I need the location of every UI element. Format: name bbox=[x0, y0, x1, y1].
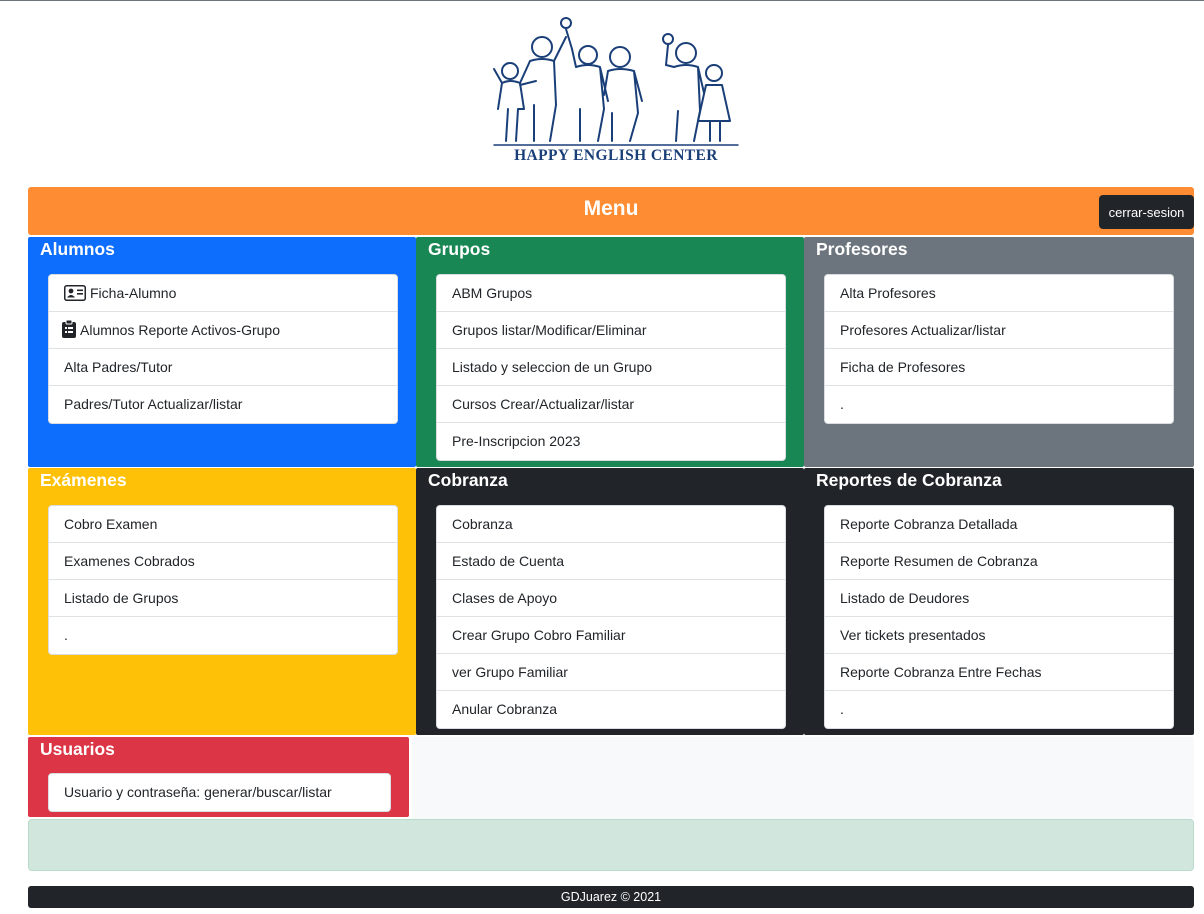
menu-item-clases-apoyo[interactable]: Clases de Apoyo bbox=[437, 580, 785, 617]
menu-item-cursos[interactable]: Cursos Crear/Actualizar/listar bbox=[437, 386, 785, 423]
menu-item-crear-grupo-familiar[interactable]: Crear Grupo Cobro Familiar bbox=[437, 617, 785, 654]
panel-title-reportes: Reportes de Cobranza bbox=[816, 470, 1002, 490]
clipboard-list-icon bbox=[62, 315, 76, 352]
panel-title-alumnos: Alumnos bbox=[40, 239, 115, 259]
profesores-list: Alta Profesores Profesores Actualizar/li… bbox=[824, 274, 1174, 424]
examenes-list: Cobro Examen Examenes Cobrados Listado d… bbox=[48, 505, 398, 655]
message-area bbox=[28, 819, 1194, 871]
menu-item-alta-profesores[interactable]: Alta Profesores bbox=[825, 275, 1173, 312]
menu-item-reporte-detallada[interactable]: Reporte Cobranza Detallada bbox=[825, 506, 1173, 543]
menu-item-ficha-alumno[interactable]: Ficha-Alumno bbox=[49, 275, 397, 312]
menu-item-anular-cobranza[interactable]: Anular Cobranza bbox=[437, 691, 785, 728]
panel-reportes-cobranza: Reportes de Cobranza Reporte Cobranza De… bbox=[804, 468, 1194, 735]
logo: HAPPY ENGLISH CENTER bbox=[490, 9, 742, 165]
brand-name: HAPPY ENGLISH CENTER bbox=[514, 147, 718, 164]
empty-grid-area bbox=[412, 737, 1194, 819]
panel-examenes: Exámenes Cobro Examen Examenes Cobrados … bbox=[28, 468, 416, 735]
menu-item-pre-inscripcion[interactable]: Pre-Inscripcion 2023 bbox=[437, 423, 785, 460]
panel-cobranza: Cobranza Cobranza Estado de Cuenta Clase… bbox=[416, 468, 804, 735]
menu-item-alumnos-reporte[interactable]: Alumnos Reporte Activos-Grupo bbox=[49, 312, 397, 349]
panel-usuarios: Usuarios Usuario y contraseña: generar/b… bbox=[28, 737, 409, 817]
menu-item-abm-grupos[interactable]: ABM Grupos bbox=[437, 275, 785, 312]
menu-item-profesores-actualizar[interactable]: Profesores Actualizar/listar bbox=[825, 312, 1173, 349]
panel-profesores: Profesores Alta Profesores Profesores Ac… bbox=[804, 237, 1194, 467]
id-card-icon bbox=[64, 278, 86, 315]
menu-item-estado-cuenta[interactable]: Estado de Cuenta bbox=[437, 543, 785, 580]
menu-item-listado-deudores[interactable]: Listado de Deudores bbox=[825, 580, 1173, 617]
panel-title-profesores: Profesores bbox=[816, 239, 908, 259]
panel-title-grupos: Grupos bbox=[428, 239, 491, 259]
panel-title-usuarios: Usuarios bbox=[40, 739, 115, 759]
footer: GDJuarez © 2021 bbox=[28, 886, 1194, 908]
menu-item-ver-tickets[interactable]: Ver tickets presentados bbox=[825, 617, 1173, 654]
people-illustration-icon bbox=[493, 17, 739, 146]
logout-button[interactable]: cerrar-sesion bbox=[1099, 195, 1194, 229]
menu-item-cobro-examen[interactable]: Cobro Examen bbox=[49, 506, 397, 543]
menu-item-examenes-cobrados[interactable]: Examenes Cobrados bbox=[49, 543, 397, 580]
menu-item-reporte-entre-fechas[interactable]: Reporte Cobranza Entre Fechas bbox=[825, 654, 1173, 691]
cobranza-list: Cobranza Estado de Cuenta Clases de Apoy… bbox=[436, 505, 786, 729]
usuarios-list: Usuario y contraseña: generar/buscar/lis… bbox=[48, 773, 391, 812]
menu-item-usuario-contrasena[interactable]: Usuario y contraseña: generar/buscar/lis… bbox=[49, 774, 390, 811]
reportes-list: Reporte Cobranza Detallada Reporte Resum… bbox=[824, 505, 1174, 729]
menu-item-listado-grupos[interactable]: Listado de Grupos bbox=[49, 580, 397, 617]
menu-item-listado-grupo[interactable]: Listado y seleccion de un Grupo bbox=[437, 349, 785, 386]
menu-item-placeholder[interactable]: . bbox=[825, 691, 1173, 728]
alumnos-list: Ficha-Alumno Alumnos Reporte Activos-Gru… bbox=[48, 274, 398, 424]
menu-item-placeholder[interactable]: . bbox=[49, 617, 397, 654]
menu-item-cobranza[interactable]: Cobranza bbox=[437, 506, 785, 543]
menu-item-grupos-listar[interactable]: Grupos listar/Modificar/Eliminar bbox=[437, 312, 785, 349]
menu-title: Menu bbox=[583, 197, 639, 220]
menu-header: Menu bbox=[28, 187, 1194, 235]
menu-item-ver-grupo-familiar[interactable]: ver Grupo Familiar bbox=[437, 654, 785, 691]
menu-item-reporte-resumen[interactable]: Reporte Resumen de Cobranza bbox=[825, 543, 1173, 580]
menu-item-ficha-profesores[interactable]: Ficha de Profesores bbox=[825, 349, 1173, 386]
menu-item-placeholder[interactable]: . bbox=[825, 386, 1173, 423]
panel-title-cobranza: Cobranza bbox=[428, 470, 508, 490]
panel-grupos: Grupos ABM Grupos Grupos listar/Modifica… bbox=[416, 237, 804, 467]
menu-item-label: Alumnos Reporte Activos-Grupo bbox=[80, 322, 280, 338]
menu-item-alta-padres[interactable]: Alta Padres/Tutor bbox=[49, 349, 397, 386]
menu-item-label: Ficha-Alumno bbox=[90, 285, 177, 301]
panel-title-examenes: Exámenes bbox=[40, 470, 127, 490]
panel-alumnos: Alumnos Ficha-Alumno Alumnos Reporte Act… bbox=[28, 237, 416, 467]
grupos-list: ABM Grupos Grupos listar/Modificar/Elimi… bbox=[436, 274, 786, 461]
menu-item-padres-actualizar[interactable]: Padres/Tutor Actualizar/listar bbox=[49, 386, 397, 423]
